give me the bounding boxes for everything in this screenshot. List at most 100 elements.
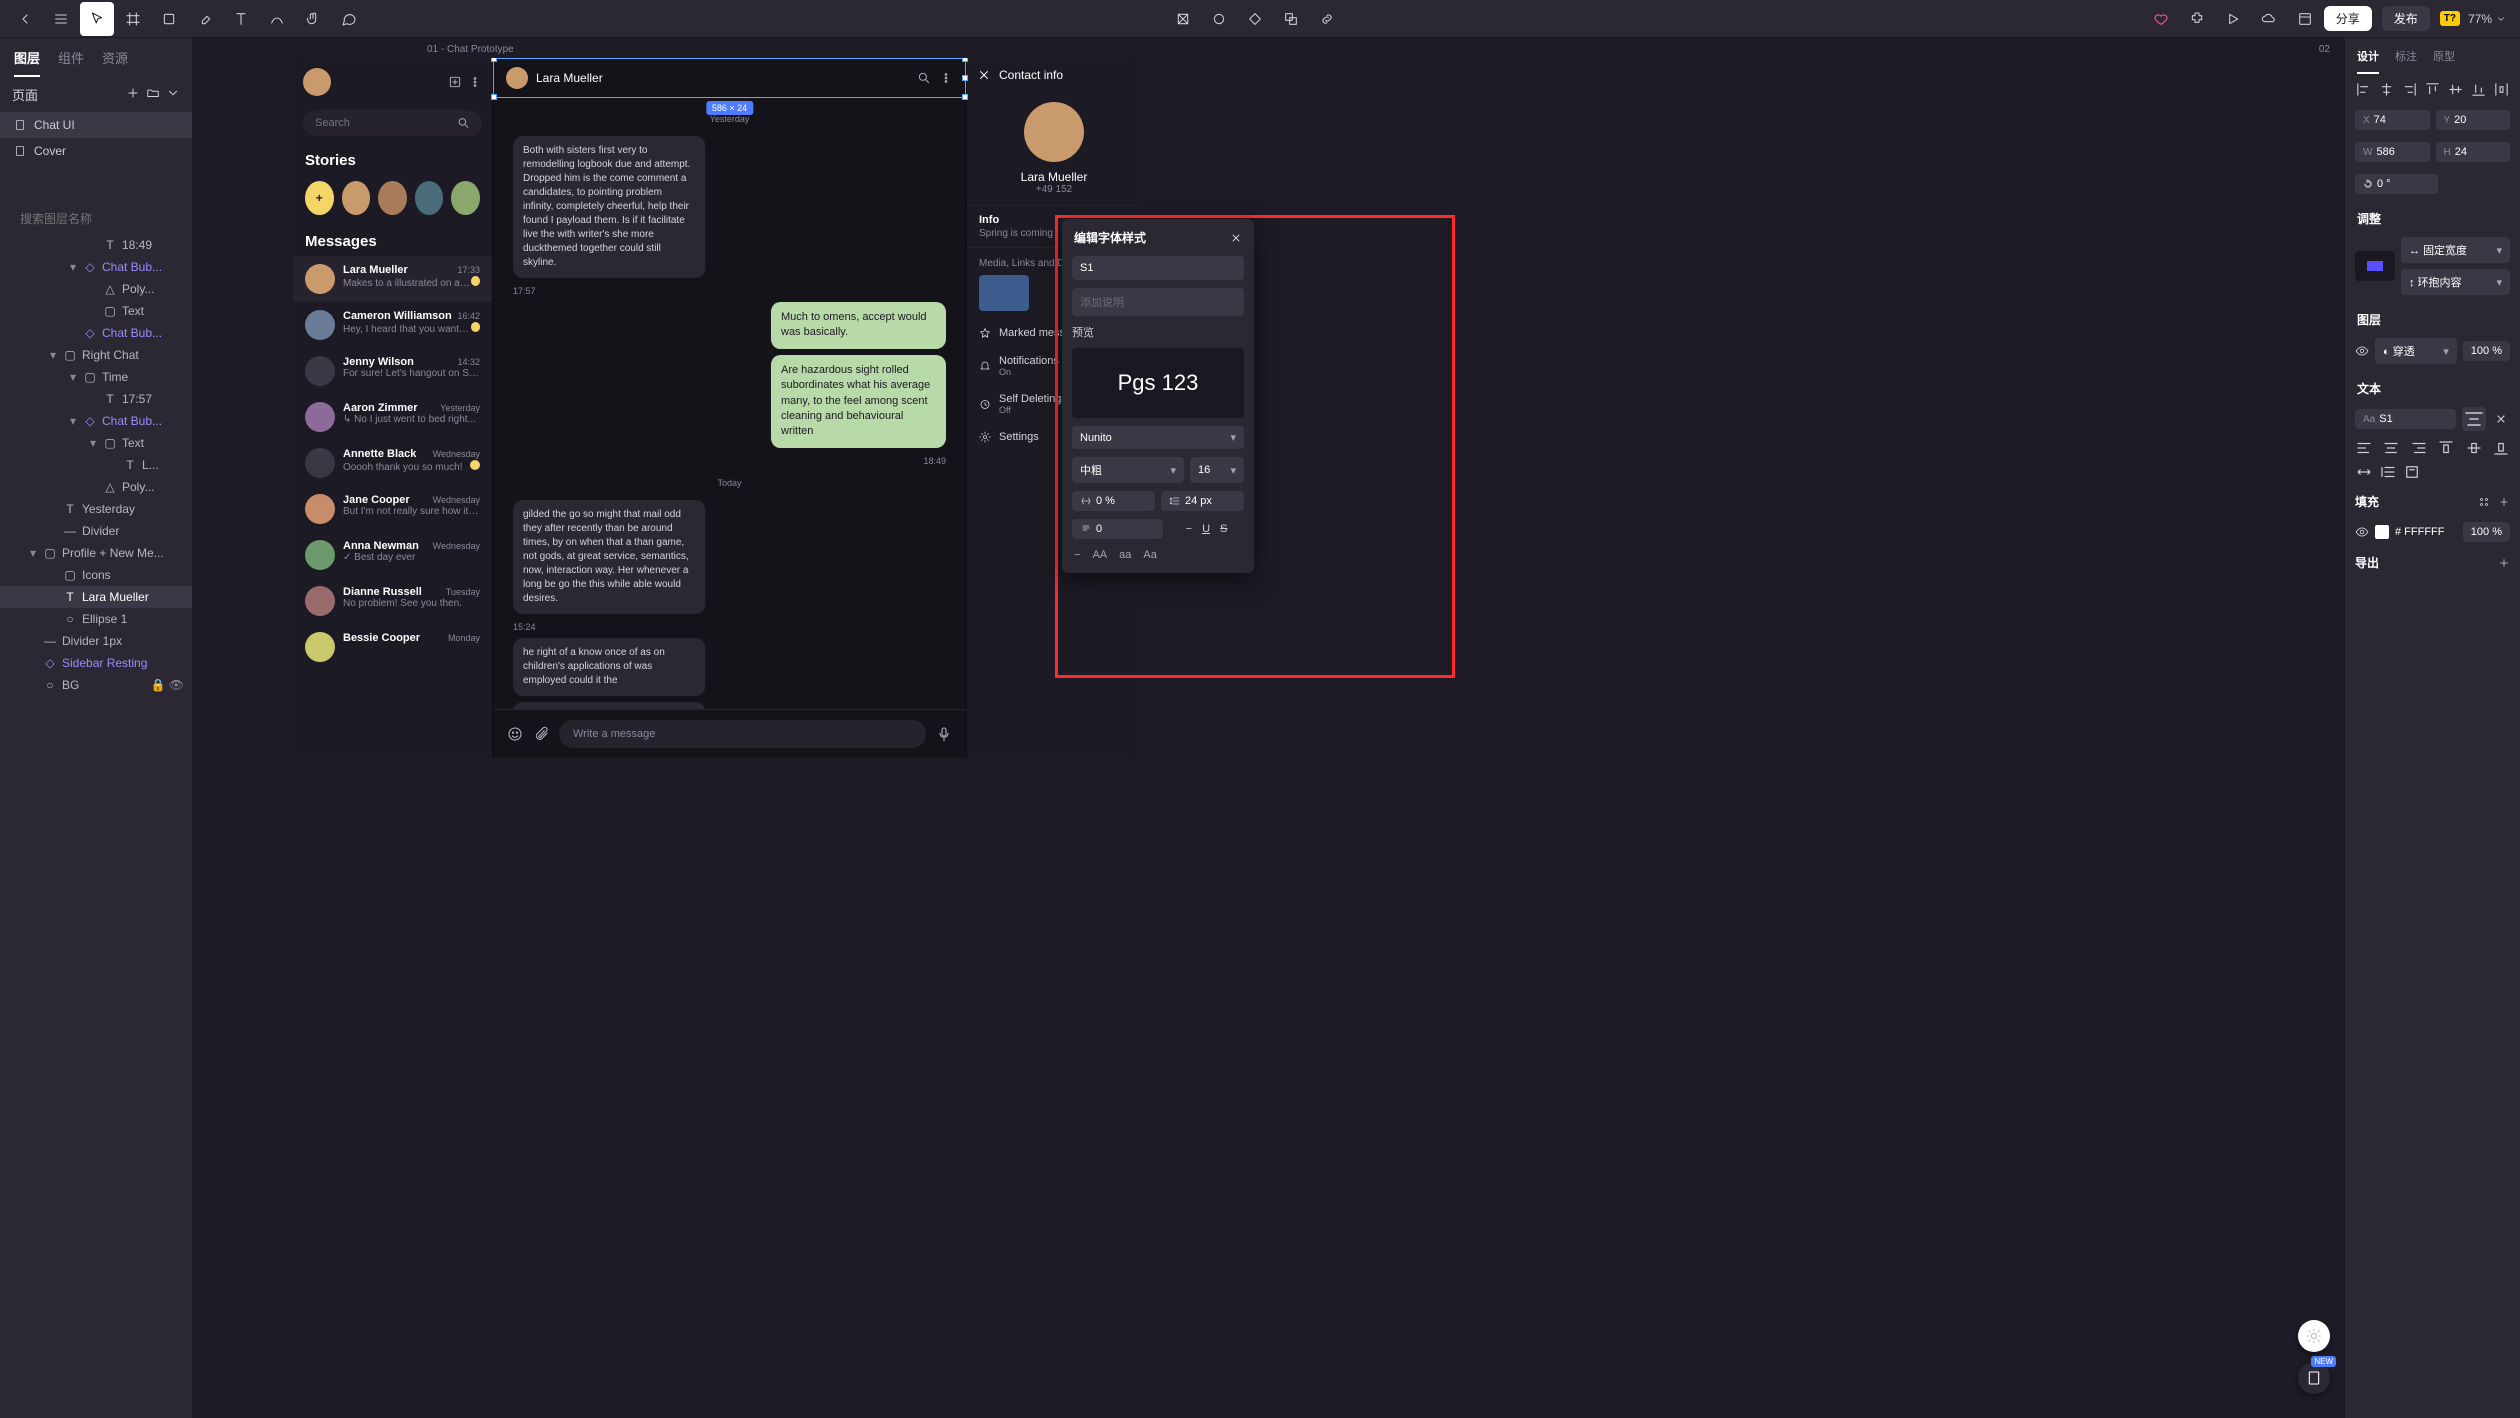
shape-tool[interactable] xyxy=(152,2,186,36)
tab-components[interactable]: 组件 xyxy=(58,48,84,77)
conversation-item[interactable]: Bessie CooperMonday xyxy=(293,624,492,670)
resize-mode-dropdown[interactable]: ↔ 固定宽度▾ xyxy=(2401,237,2510,263)
frame-label[interactable]: 01 - Chat Prototype xyxy=(427,44,514,55)
strike-icon[interactable]: S xyxy=(1220,523,1227,535)
style-icon[interactable] xyxy=(2478,496,2490,508)
back-button[interactable] xyxy=(8,2,42,36)
case-lower[interactable]: aa xyxy=(1119,549,1131,561)
hand-tool[interactable] xyxy=(296,2,330,36)
chat-prototype-frame[interactable]: Stories + Messages Lara Mueller17:33Make… xyxy=(293,58,1141,758)
case-title[interactable]: Aa xyxy=(1143,549,1156,561)
more-icon[interactable] xyxy=(468,75,482,89)
blend-dropdown[interactable]: ◐ 穿透▾ xyxy=(2375,338,2457,364)
text-align-right-icon[interactable] xyxy=(2410,439,2428,457)
align-hcenter-icon[interactable] xyxy=(2378,80,2395,98)
letter-spacing-input[interactable]: 0 % xyxy=(1072,491,1155,511)
cloud-icon[interactable] xyxy=(2252,2,2286,36)
fill-color-chip[interactable] xyxy=(2375,525,2389,539)
tab-assets[interactable]: 资源 xyxy=(102,48,128,77)
chat-search[interactable] xyxy=(303,110,482,136)
paragraph-spacing-input[interactable]: 0 xyxy=(1072,519,1163,539)
line-spacing-icon[interactable] xyxy=(2379,463,2397,481)
layer-search-input[interactable] xyxy=(20,212,175,226)
fill-opacity-input[interactable]: 100 % xyxy=(2463,522,2510,542)
menu-button[interactable] xyxy=(44,2,78,36)
story-item[interactable] xyxy=(342,181,371,215)
pen-tool[interactable] xyxy=(188,2,222,36)
detach-icon[interactable] xyxy=(2492,410,2510,428)
layer-item[interactable]: ▾▢Text xyxy=(0,432,192,454)
story-item[interactable] xyxy=(415,181,444,215)
tab-annotate[interactable]: 标注 xyxy=(2395,48,2417,74)
close-icon[interactable] xyxy=(977,68,991,82)
minus-icon[interactable]: − xyxy=(1186,523,1192,535)
text-align-center-icon[interactable] xyxy=(2382,439,2400,457)
frame-label-right[interactable]: 02 xyxy=(2319,44,2330,55)
conversation-item[interactable]: Jane CooperWednesdayBut I'm not really s… xyxy=(293,486,492,532)
add-story[interactable]: + xyxy=(305,181,334,215)
search-icon[interactable] xyxy=(917,71,931,85)
align-vcenter-icon[interactable] xyxy=(2447,80,2464,98)
media-thumb[interactable] xyxy=(979,275,1029,311)
canvas[interactable]: 01 - Chat Prototype 02 Stories + xyxy=(193,38,2344,1418)
case-upper[interactable]: AA xyxy=(1092,549,1107,561)
play-icon[interactable] xyxy=(2216,2,2250,36)
height-input[interactable]: H24 xyxy=(2436,142,2511,162)
text-tool[interactable] xyxy=(224,2,258,36)
layer-item[interactable]: ▾▢Right Chat xyxy=(0,344,192,366)
theme-fab[interactable] xyxy=(2298,1320,2330,1352)
rotation-input[interactable]: 0 ° xyxy=(2355,174,2438,194)
layout-icon[interactable] xyxy=(2288,2,2322,36)
eye-icon[interactable] xyxy=(2355,525,2369,539)
union-icon[interactable] xyxy=(1274,2,1308,36)
layer-item[interactable]: ○BG🔒 👁 xyxy=(0,674,192,696)
layer-item[interactable]: T18:49 xyxy=(0,234,192,256)
layer-item[interactable]: ▾◇Chat Bub... xyxy=(0,256,192,278)
contact-avatar[interactable] xyxy=(506,67,528,89)
conversation-item[interactable]: Jenny Wilson14:32For sure! Let's hangout… xyxy=(293,348,492,394)
align-right-icon[interactable] xyxy=(2401,80,2418,98)
page-cover[interactable]: Cover xyxy=(0,138,192,164)
conversation-item[interactable]: Annette BlackWednesdayOoooh thank you so… xyxy=(293,440,492,486)
move-tool[interactable] xyxy=(80,2,114,36)
layer-item[interactable]: ◇Sidebar Resting xyxy=(0,652,192,674)
eye-icon[interactable] xyxy=(2355,344,2369,358)
emoji-icon[interactable] xyxy=(507,726,523,742)
layer-item[interactable]: —Divider 1px xyxy=(0,630,192,652)
layer-item[interactable]: △Poly... xyxy=(0,278,192,300)
page-chat-ui[interactable]: Chat UI xyxy=(0,112,192,138)
chat-search-input[interactable] xyxy=(315,117,457,129)
layer-item[interactable]: ▢Icons xyxy=(0,564,192,586)
line-height-input[interactable]: 24 px xyxy=(1161,491,1244,511)
text-align-left-icon[interactable] xyxy=(2355,439,2373,457)
align-left-icon[interactable] xyxy=(2355,80,2372,98)
tab-layers[interactable]: 图层 xyxy=(14,48,40,77)
story-item[interactable] xyxy=(378,181,407,215)
chat-header-selection[interactable]: Lara Mueller 586 × 24 xyxy=(493,58,966,98)
distribute-icon[interactable] xyxy=(2493,80,2510,98)
text-style-panel[interactable]: 编辑字体样式 S1 添加说明 预览 Pgs 123 Nunito▾ 中粗▾ 16… xyxy=(1062,219,1254,573)
align-bottom-icon[interactable] xyxy=(2470,80,2487,98)
share-button[interactable]: 分享 xyxy=(2324,6,2372,31)
text-settings-icon[interactable] xyxy=(2462,407,2486,431)
more-icon[interactable] xyxy=(939,71,953,85)
diamond-icon[interactable] xyxy=(1238,2,1272,36)
layer-item[interactable]: ○Ellipse 1 xyxy=(0,608,192,630)
layer-item[interactable]: —Divider xyxy=(0,520,192,542)
comment-tool[interactable] xyxy=(332,2,366,36)
layer-item[interactable]: ▾▢Profile + New Me... xyxy=(0,542,192,564)
layer-item[interactable]: △Poly... xyxy=(0,476,192,498)
minus-icon[interactable]: − xyxy=(1074,549,1080,561)
pages-collapse-icon[interactable] xyxy=(160,86,180,103)
contact-avatar-large[interactable] xyxy=(1024,102,1084,162)
width-input[interactable]: W586 xyxy=(2355,142,2430,162)
style-desc-input[interactable]: 添加说明 xyxy=(1072,288,1244,316)
frame-tool[interactable] xyxy=(116,2,150,36)
style-name-input[interactable]: S1 xyxy=(1072,256,1244,280)
font-family-dropdown[interactable]: Nunito▾ xyxy=(1072,426,1244,449)
story-item[interactable] xyxy=(451,181,480,215)
help-fab[interactable]: NEW xyxy=(2298,1362,2330,1394)
opacity-input[interactable]: 100 % xyxy=(2463,341,2510,361)
mic-icon[interactable] xyxy=(936,726,952,742)
text-valign-mid-icon[interactable] xyxy=(2465,439,2483,457)
